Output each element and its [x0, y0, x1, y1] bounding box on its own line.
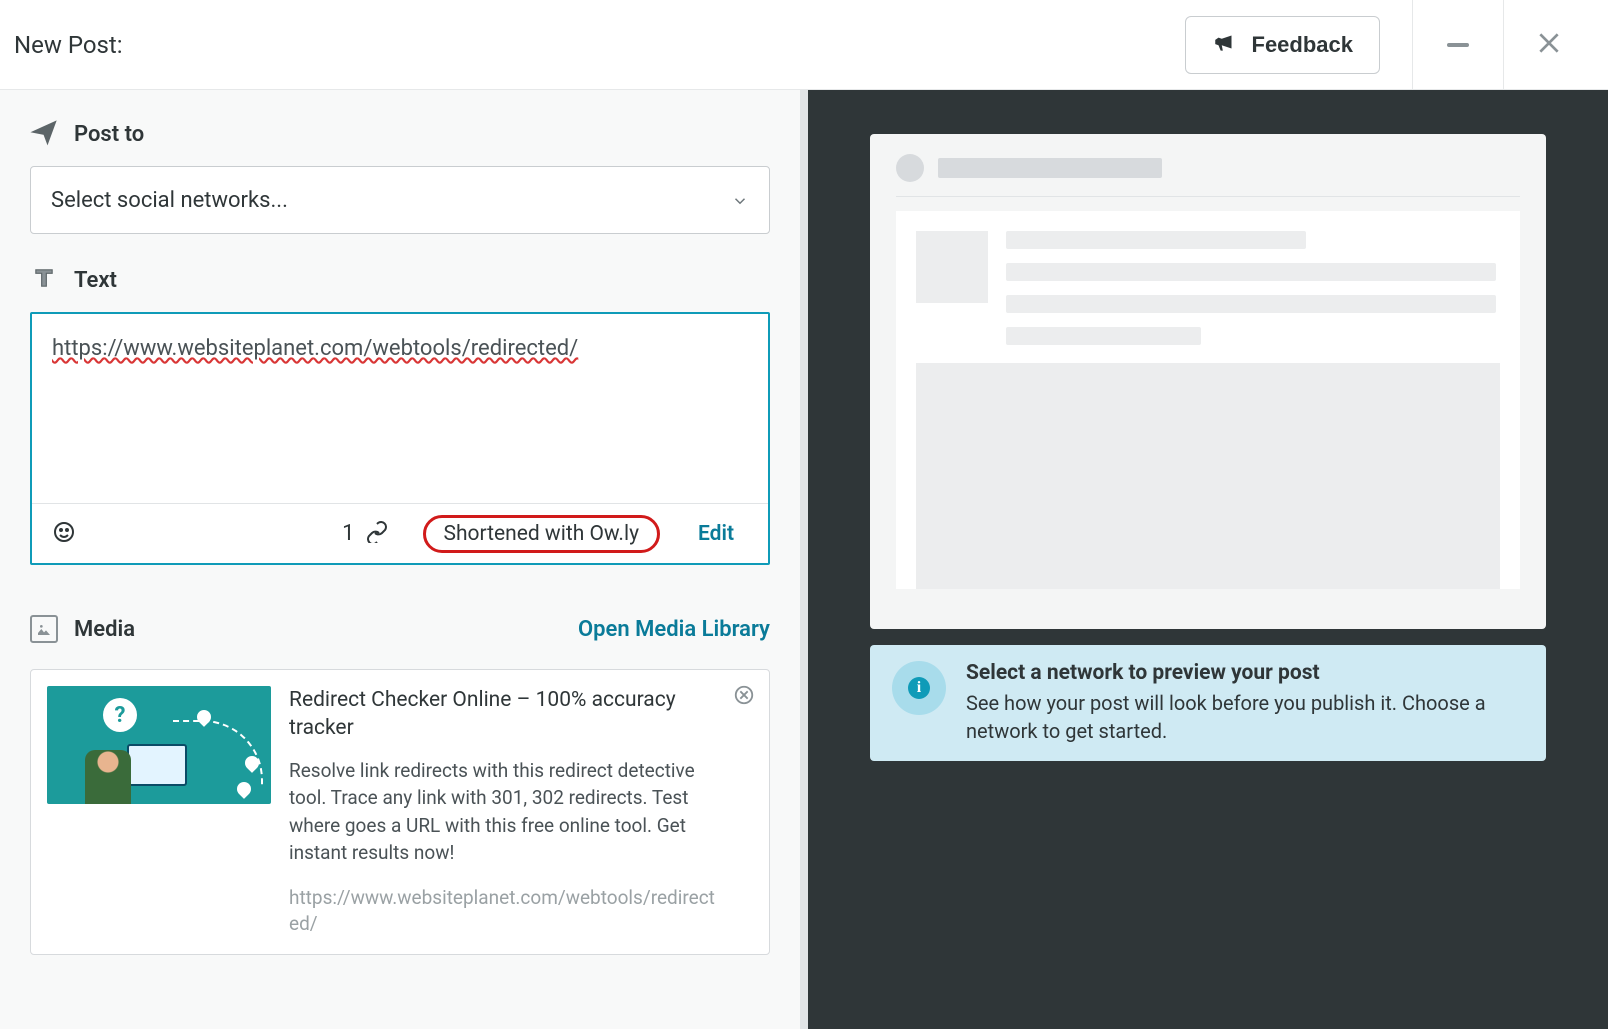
emoji-button[interactable]	[52, 520, 76, 548]
composer-toolbar: 1 Shortened with Ow.ly Edit	[32, 503, 768, 563]
select-placeholder: Select social networks...	[51, 188, 288, 213]
feedback-label: Feedback	[1252, 32, 1354, 58]
info-banner-desc: See how your post will look before you p…	[966, 689, 1524, 745]
link-count-value: 1	[342, 521, 354, 546]
remove-link-preview-button[interactable]	[733, 684, 755, 706]
line-placeholder	[1006, 231, 1306, 249]
minimize-icon	[1447, 43, 1469, 47]
link-preview-thumbnail: ?	[47, 686, 271, 804]
image-placeholder	[916, 363, 1500, 589]
megaphone-icon	[1212, 29, 1238, 61]
text-composer: 1 Shortened with Ow.ly Edit	[30, 312, 770, 565]
preview-card	[870, 134, 1546, 629]
open-media-library-button[interactable]: Open Media Library	[578, 617, 770, 642]
link-icon	[365, 519, 389, 549]
link-preview-info: Redirect Checker Online – 100% accuracy …	[289, 686, 753, 938]
text-title: Text	[74, 268, 117, 293]
link-preview-description: Resolve link redirects with this redirec…	[289, 757, 723, 867]
post-to-header: Post to	[30, 118, 770, 150]
info-icon: i	[892, 661, 946, 715]
shortened-pill: Shortened with Ow.ly	[423, 515, 661, 553]
text-header: Text	[30, 264, 770, 296]
close-button[interactable]	[1504, 0, 1594, 90]
media-header: Media Open Media Library	[30, 615, 770, 643]
paper-plane-icon	[30, 118, 58, 150]
name-placeholder	[938, 158, 1162, 178]
preview-info-banner: i Select a network to preview your post …	[870, 645, 1546, 761]
media-title: Media	[74, 617, 135, 642]
line-placeholder	[1006, 263, 1496, 281]
post-text-input[interactable]	[32, 314, 768, 499]
composer-pane: Post to Select social networks... Text	[0, 90, 808, 1029]
emoji-icon	[52, 529, 76, 548]
avatar-placeholder	[896, 154, 924, 182]
page-title: New Post:	[12, 31, 123, 59]
post-to-title: Post to	[74, 122, 144, 147]
link-preview-card: ? Redirect Checker Online – 100% accurac…	[30, 669, 770, 955]
topbar-actions: Feedback	[1185, 0, 1595, 90]
link-preview-title: Redirect Checker Online – 100% accuracy …	[289, 686, 723, 743]
close-icon	[1536, 30, 1562, 60]
thumb-placeholder	[916, 231, 988, 303]
preview-header-placeholder	[896, 152, 1520, 197]
text-icon	[30, 264, 58, 296]
remove-icon	[733, 691, 755, 710]
info-banner-title: Select a network to preview your post	[966, 661, 1524, 685]
social-network-select[interactable]: Select social networks...	[30, 166, 770, 234]
line-placeholder	[1006, 327, 1201, 345]
link-preview-url: https://www.websiteplanet.com/webtools/r…	[289, 885, 723, 938]
line-placeholder	[1006, 295, 1496, 313]
minimize-button[interactable]	[1413, 0, 1503, 90]
main: Post to Select social networks... Text	[0, 90, 1608, 1029]
feedback-button[interactable]: Feedback	[1185, 16, 1381, 74]
preview-post-placeholder	[896, 211, 1520, 589]
image-icon	[30, 615, 58, 643]
topbar: New Post: Feedback	[0, 0, 1608, 90]
chevron-down-icon	[731, 191, 749, 209]
preview-pane: i Select a network to preview your post …	[808, 90, 1608, 1029]
link-count: 1	[342, 519, 388, 549]
edit-link-button[interactable]: Edit	[698, 522, 748, 546]
